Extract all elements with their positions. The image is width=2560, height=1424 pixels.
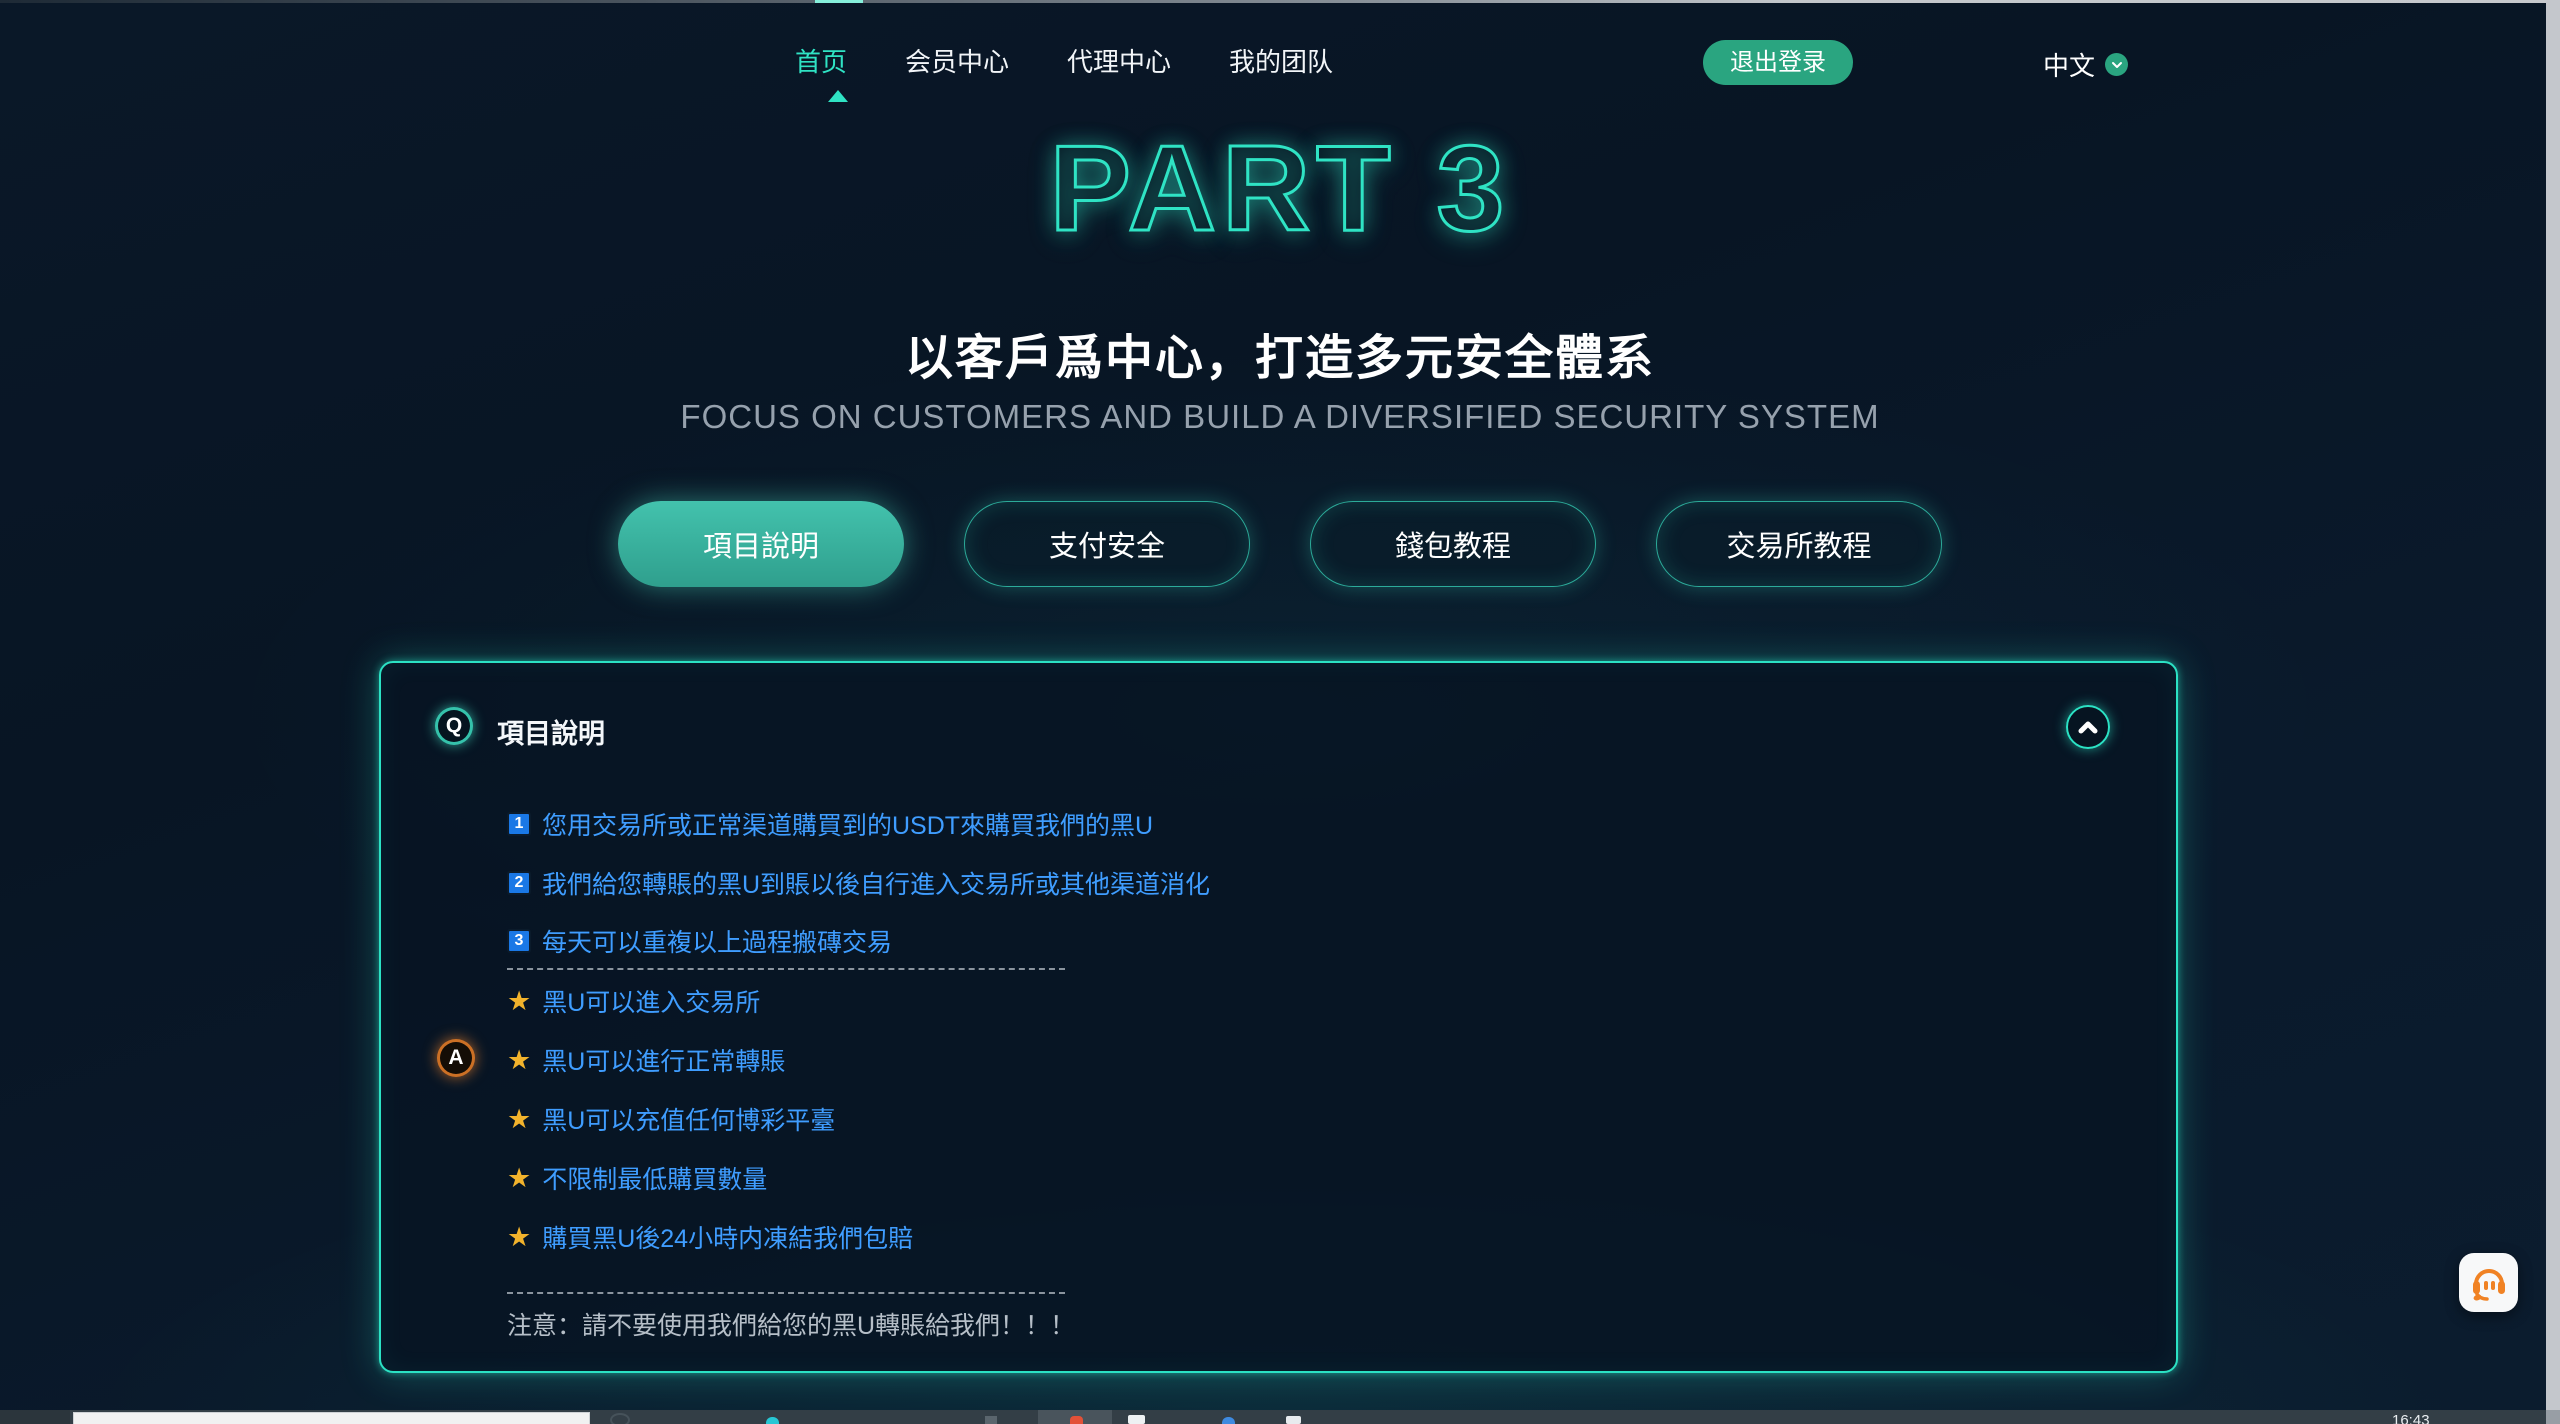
- list-item-text: 您用交易所或正常渠道購買到的USDT來購買我們的黑U: [542, 806, 1153, 842]
- star-icon: ★: [507, 1165, 531, 1192]
- page-subtitle: FOCUS ON CUSTOMERS AND BUILD A DIVERSIFI…: [0, 398, 2560, 436]
- list-item: ★ 黑U可以進行正常轉賬: [507, 1045, 785, 1075]
- question-badge: Q: [435, 707, 473, 745]
- nav-item-my-team[interactable]: 我的团队: [1229, 42, 1333, 79]
- warning-note: 注意：請不要使用我們給您的黑U轉賬給我們！！！: [507, 1306, 1075, 1342]
- headset-icon: [2468, 1262, 2510, 1304]
- star-icon: ★: [507, 1047, 531, 1074]
- taskbar-app-icon[interactable]: [766, 1417, 779, 1424]
- dashed-divider: [507, 1292, 1065, 1294]
- start-button[interactable]: [0, 1410, 70, 1424]
- taskbar-app-icon[interactable]: [985, 1416, 997, 1424]
- number-badge: 2: [507, 871, 531, 895]
- list-item-text: 不限制最低購買數量: [542, 1160, 767, 1196]
- page: 首页 会员中心 代理中心 我的团队 退出登录 中文 PART 3 以客戶爲中心，…: [0, 0, 2560, 1424]
- number-badge: 3: [507, 929, 531, 953]
- list-item-text: 購買黑U後24小時内凍結我們包賠: [542, 1219, 913, 1255]
- nav-item-home[interactable]: 首页: [795, 42, 847, 79]
- taskbar-app-icon[interactable]: [1070, 1416, 1083, 1424]
- taskbar-search-input[interactable]: [73, 1412, 590, 1424]
- main-nav: 首页 会员中心 代理中心 我的团队: [795, 42, 1333, 79]
- list-item-text: 我們給您轉賬的黑U到賬以後自行進入交易所或其他渠道消化: [542, 865, 1210, 901]
- tab-exchange-tutorial[interactable]: 交易所教程: [1656, 501, 1942, 587]
- list-item: ★ 購買黑U後24小時内凍結我們包賠: [507, 1222, 913, 1252]
- scrollbar-thumb[interactable]: [2546, 0, 2560, 1396]
- chevron-down-icon[interactable]: [2105, 53, 2128, 76]
- language-label: 中文: [2043, 46, 2095, 83]
- list-item-text: 黑U可以進行正常轉賬: [542, 1042, 785, 1078]
- star-icon: ★: [507, 988, 531, 1015]
- answer-badge: A: [437, 1039, 475, 1077]
- list-item: 1 您用交易所或正常渠道購買到的USDT來購買我們的黑U: [507, 809, 1153, 839]
- list-item-text: 每天可以重複以上過程搬磚交易: [542, 923, 892, 959]
- nav-item-member-center[interactable]: 会员中心: [905, 42, 1009, 79]
- number-badge: 1: [507, 812, 531, 836]
- window-top-glint: [815, 0, 863, 3]
- customer-service-button[interactable]: [2459, 1253, 2518, 1312]
- language-selector[interactable]: 中文: [2043, 46, 2128, 83]
- taskbar-app-icon[interactable]: [1222, 1417, 1235, 1424]
- taskbar: 16:43: [0, 1410, 2546, 1424]
- section-tabs: 項目說明 支付安全 錢包教程 交易所教程: [0, 501, 2560, 587]
- dashed-divider: [507, 968, 1065, 970]
- part-heading: PART 3: [0, 118, 2560, 258]
- taskbar-app-icon[interactable]: [1286, 1416, 1301, 1424]
- nav-item-agent-center[interactable]: 代理中心: [1067, 42, 1171, 79]
- list-item: ★ 黑U可以進入交易所: [507, 986, 760, 1016]
- window-top-edge: [0, 0, 2560, 3]
- triangle-up-indicator: [828, 90, 848, 102]
- star-icon: ★: [507, 1224, 531, 1251]
- cortana-icon[interactable]: [610, 1413, 630, 1424]
- tab-payment-security[interactable]: 支付安全: [964, 501, 1250, 587]
- taskbar-app-icon[interactable]: [1128, 1415, 1145, 1424]
- taskbar-clock: 16:43: [2392, 1412, 2430, 1424]
- tab-wallet-tutorial[interactable]: 錢包教程: [1310, 501, 1596, 587]
- faq-panel: Q 項目說明 1 您用交易所或正常渠道購買到的USDT來購買我們的黑U 2 我們…: [379, 661, 2178, 1373]
- chevron-up-icon: [2077, 720, 2099, 734]
- scrollbar[interactable]: [2546, 0, 2560, 1424]
- list-item: ★ 黑U可以充值任何博彩平臺: [507, 1104, 835, 1134]
- list-item-text: 黑U可以充值任何博彩平臺: [542, 1101, 835, 1137]
- list-item-text: 黑U可以進入交易所: [542, 983, 760, 1019]
- list-item: 2 我們給您轉賬的黑U到賬以後自行進入交易所或其他渠道消化: [507, 868, 1210, 898]
- tab-project-description[interactable]: 項目說明: [618, 501, 904, 587]
- page-title: 以客戶爲中心，打造多元安全體系: [0, 318, 2560, 388]
- star-icon: ★: [507, 1106, 531, 1133]
- collapse-button[interactable]: [2066, 705, 2110, 749]
- logout-button[interactable]: 退出登录: [1703, 40, 1853, 85]
- list-item: 3 每天可以重複以上過程搬磚交易: [507, 926, 892, 956]
- note-row: 注意：請不要使用我們給您的黑U轉賬給我們！！！: [507, 1309, 1075, 1339]
- list-item: ★ 不限制最低購買數量: [507, 1163, 767, 1193]
- scrollbar-down-arrow[interactable]: [2546, 1410, 2560, 1424]
- faq-panel-title: 項目說明: [497, 712, 605, 751]
